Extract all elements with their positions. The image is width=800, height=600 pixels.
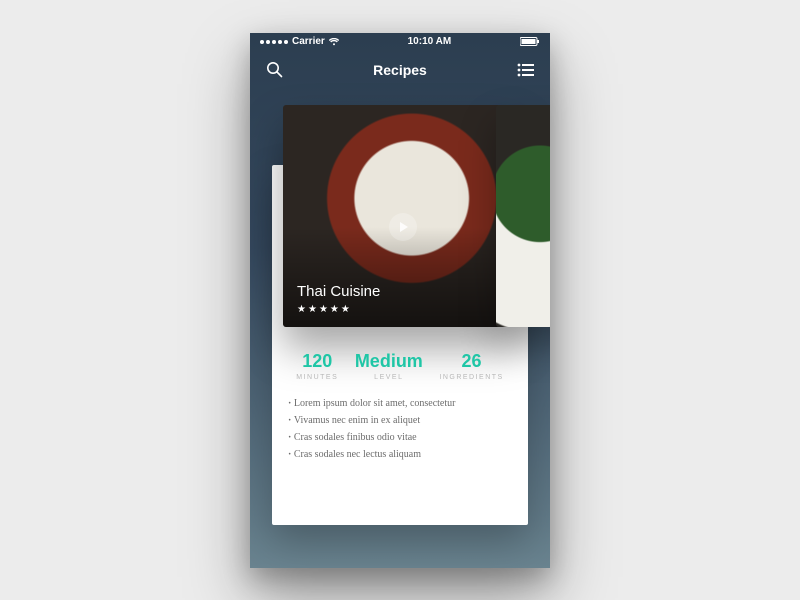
hero-text: Thai Cuisine ★ ★ ★ ★ ★: [297, 283, 380, 315]
bullet-item: Cras sodales finibus odio vitae: [288, 429, 512, 446]
star-icon: ★: [319, 304, 328, 315]
stat-minutes: 120 MINUTES: [296, 351, 338, 381]
wifi-icon: [329, 38, 339, 46]
rating-stars: ★ ★ ★ ★ ★: [297, 304, 380, 315]
status-bar: Carrier 10:10 AM: [250, 33, 550, 51]
stat-label: INGREDIENTS: [439, 374, 503, 381]
recipe-title: Thai Cuisine: [297, 283, 380, 300]
stat-value: 26: [439, 351, 503, 372]
battery-icon: [520, 37, 540, 46]
list-icon[interactable]: [516, 60, 536, 80]
stat-value: 120: [296, 351, 338, 372]
bullet-item: Vivamus nec enim in ex aliquet: [288, 412, 512, 429]
recipe-hero-card[interactable]: Thai Cuisine ★ ★ ★ ★ ★: [283, 105, 517, 327]
recipe-bullets: Lorem ipsum dolor sit amet, consectetur …: [288, 395, 512, 463]
stat-ingredients: 26 INGREDIENTS: [439, 351, 503, 381]
clock-label: 10:10 AM: [408, 36, 452, 47]
nav-bar: Recipes: [250, 51, 550, 89]
stats-row: 120 MINUTES Medium LEVEL 26 INGREDIENTS: [288, 351, 512, 381]
status-left: Carrier: [260, 36, 339, 47]
bullet-item: Cras sodales nec lectus aliquam: [288, 446, 512, 463]
stat-label: MINUTES: [296, 374, 338, 381]
phone-frame: Carrier 10:10 AM Recipes: [250, 33, 550, 568]
bullet-item: Lorem ipsum dolor sit amet, consectetur: [288, 395, 512, 412]
stat-label: LEVEL: [355, 374, 423, 381]
carrier-label: Carrier: [292, 36, 325, 47]
star-icon: ★: [330, 304, 339, 315]
recipe-next-card[interactable]: [496, 105, 550, 327]
recipe-info: 120 MINUTES Medium LEVEL 26 INGREDIENTS …: [272, 337, 528, 463]
search-icon[interactable]: [264, 60, 284, 80]
star-icon: ★: [308, 304, 317, 315]
page-title: Recipes: [373, 62, 427, 78]
signal-dots-icon: [260, 40, 288, 44]
card-stack: Thai Cuisine ★ ★ ★ ★ ★ 120 MINUTES Mediu…: [250, 99, 550, 559]
stat-value: Medium: [355, 351, 423, 372]
star-icon: ★: [341, 304, 350, 315]
star-icon: ★: [297, 304, 306, 315]
stat-level: Medium LEVEL: [355, 351, 423, 381]
play-button[interactable]: [389, 213, 417, 241]
